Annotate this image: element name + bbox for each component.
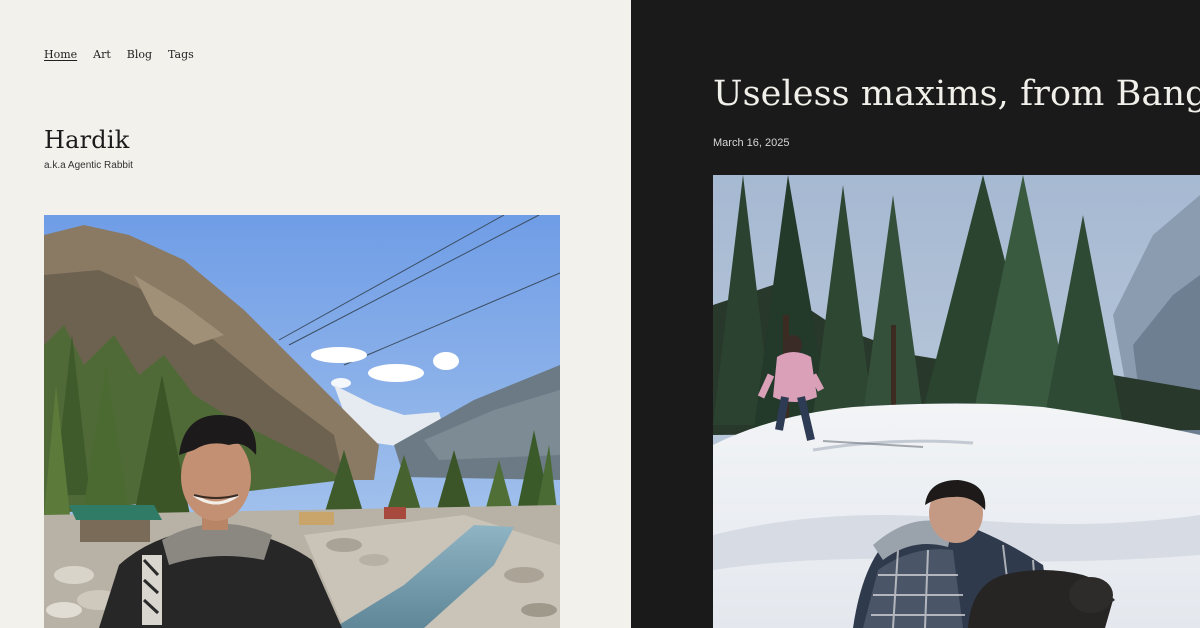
post-date: March 16, 2025 — [713, 137, 790, 149]
site-title[interactable]: Hardik — [44, 126, 130, 154]
page: Home Art Blog Tags Hardik a.k.a Agentic … — [0, 0, 1200, 628]
nav-blog-link[interactable]: Blog — [127, 48, 152, 61]
post-panel: Useless maxims, from Bangalore March 16,… — [631, 0, 1200, 628]
profile-photo — [44, 215, 560, 628]
main-nav: Home Art Blog Tags — [44, 48, 194, 61]
post-title[interactable]: Useless maxims, from Bangalore — [713, 74, 1200, 114]
nav-tags-link[interactable]: Tags — [168, 48, 194, 61]
home-panel: Home Art Blog Tags Hardik a.k.a Agentic … — [0, 0, 631, 628]
post-featured-image — [713, 175, 1200, 628]
site-tagline: a.k.a Agentic Rabbit — [44, 160, 133, 171]
nav-art-link[interactable]: Art — [93, 48, 111, 61]
nav-home-link[interactable]: Home — [44, 48, 77, 61]
